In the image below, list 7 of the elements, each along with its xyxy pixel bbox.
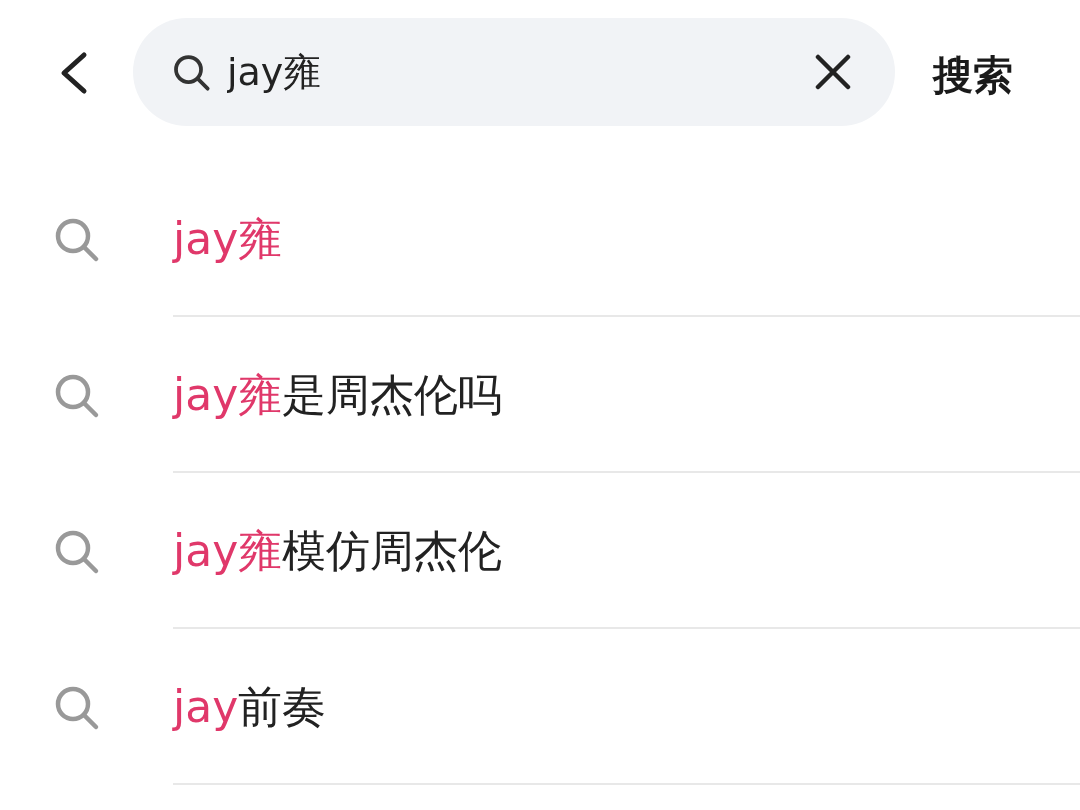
suggestion-text[interactable]: jay雍 — [173, 209, 283, 269]
suggestion-text[interactable]: jay前奏 — [173, 677, 327, 737]
search-icon — [171, 52, 211, 92]
suggestion-text[interactable]: jay雍是周杰伦吗 — [173, 365, 503, 425]
close-icon[interactable] — [815, 54, 851, 90]
search-button[interactable]: 搜索 — [933, 48, 1013, 103]
suggestion-text[interactable]: jay雍模仿周杰伦 — [173, 521, 503, 581]
